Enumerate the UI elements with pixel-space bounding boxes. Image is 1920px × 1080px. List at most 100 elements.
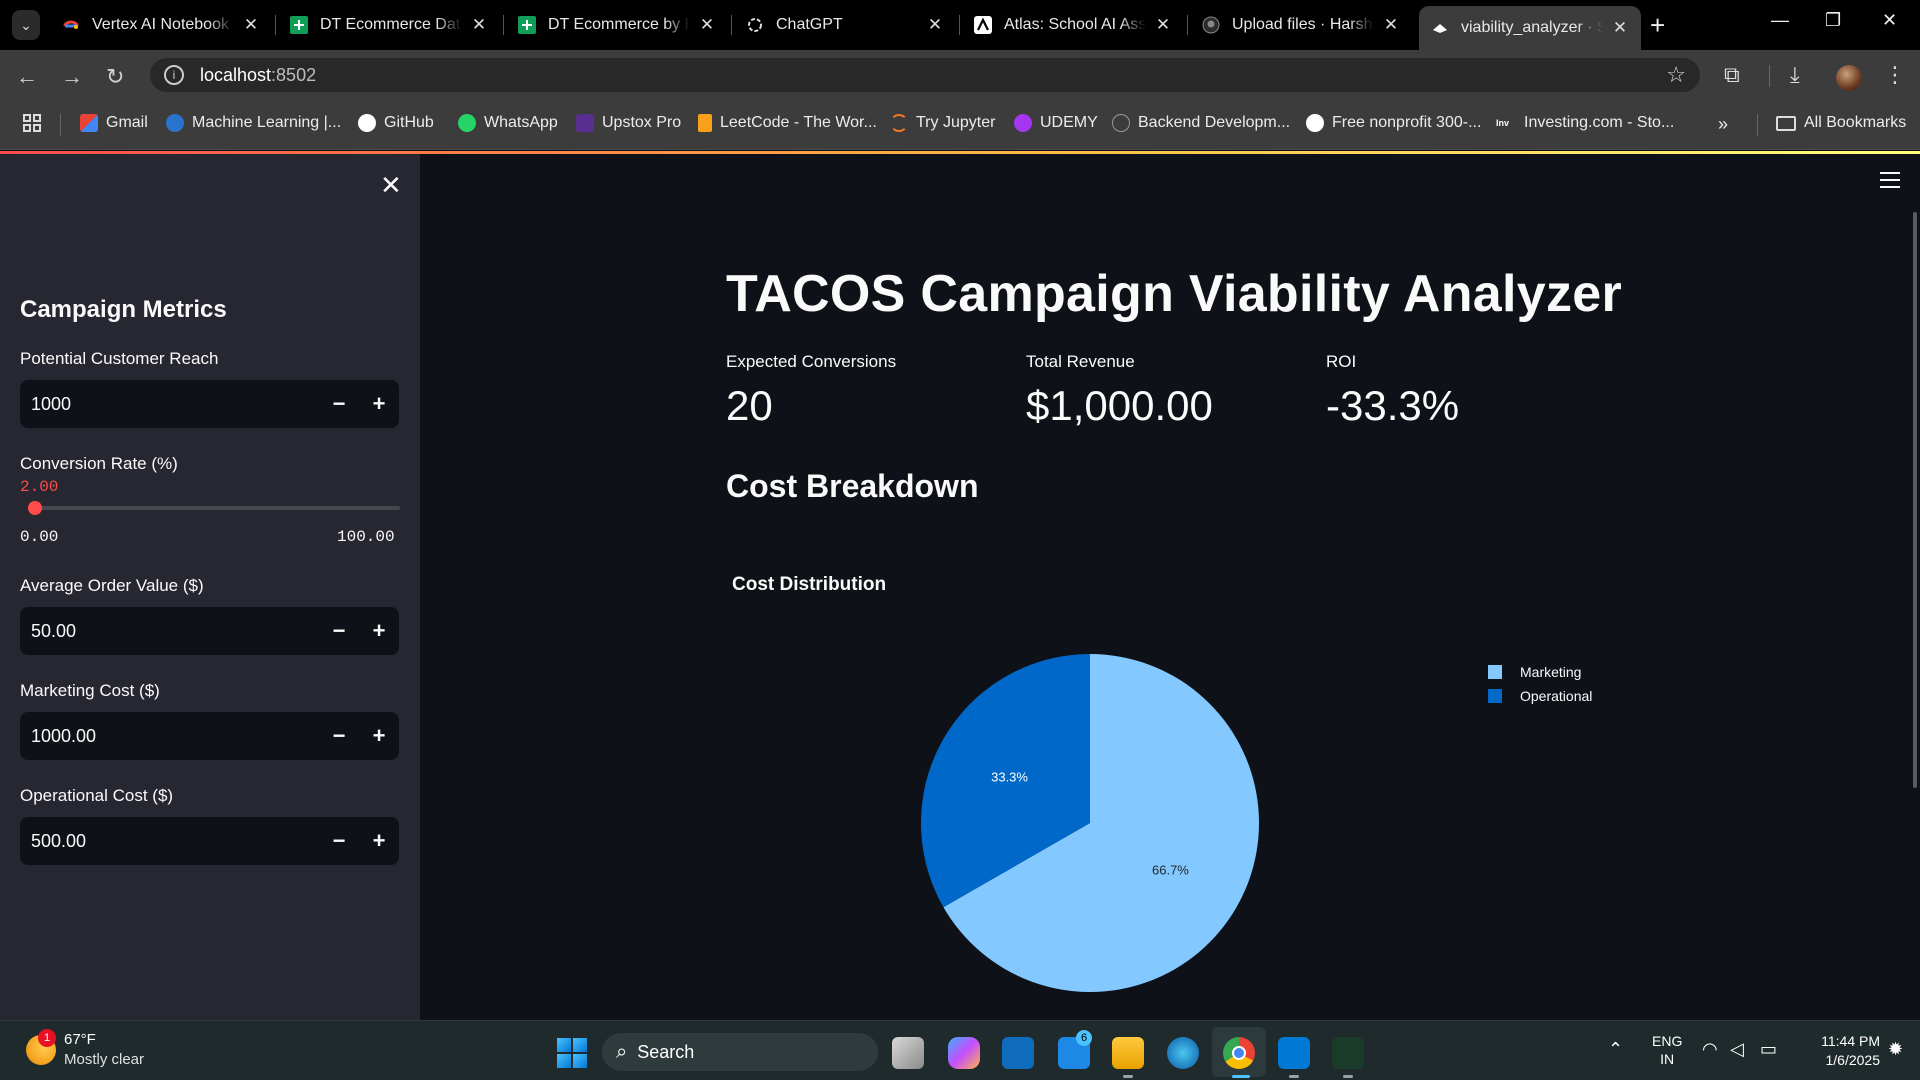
bookmarks-bar: Gmail Machine Learning |... GitHub Whats…	[0, 100, 1920, 150]
legend-item-marketing[interactable]: Marketing	[1488, 660, 1592, 684]
reach-value[interactable]: 1000	[20, 394, 319, 415]
notifications-icon[interactable]: ✹	[1888, 1039, 1903, 1060]
input-language-indicator[interactable]: ENG IN	[1652, 1032, 1682, 1068]
volume-icon[interactable]: ◁	[1730, 1039, 1744, 1060]
new-tab-icon[interactable]: +	[1650, 10, 1665, 41]
tab-title: Atlas: School AI Assis	[1004, 16, 1146, 33]
profile-avatar[interactable]	[1836, 65, 1862, 91]
taskbar-search-box[interactable]: ⌕ Search	[602, 1033, 878, 1071]
close-tab-icon[interactable]: ✕	[1382, 15, 1400, 35]
browser-tab-chatgpt[interactable]: ChatGPT ✕	[734, 6, 956, 44]
close-sidebar-icon[interactable]: ✕	[380, 170, 402, 201]
folder-icon	[1776, 115, 1796, 131]
sidebar: ✕ Campaign Metrics Potential Customer Re…	[0, 154, 420, 1020]
close-tab-icon[interactable]: ✕	[1154, 15, 1172, 35]
close-tab-icon[interactable]: ✕	[242, 15, 260, 35]
weather-description[interactable]: Mostly clear	[64, 1051, 144, 1068]
forward-arrow-icon[interactable]: →	[61, 64, 83, 90]
apps-grid-icon[interactable]	[22, 113, 42, 133]
tab-search-dropdown-icon[interactable]: ⌄	[12, 10, 40, 40]
outlook-icon[interactable]	[1002, 1037, 1034, 1069]
aov-value[interactable]: 50.00	[20, 621, 319, 642]
more-bookmarks-icon[interactable]: »	[1718, 114, 1728, 135]
reach-decrement-button[interactable]: −	[319, 391, 359, 417]
weather-temperature[interactable]: 67°F	[64, 1031, 96, 1048]
chatgpt-icon	[746, 16, 764, 34]
download-icon[interactable]: ⤓	[1790, 62, 1800, 88]
edge-icon[interactable]	[1167, 1037, 1199, 1069]
bookmark-leetcode[interactable]: LeetCode - The Wor...	[698, 114, 877, 132]
tab-title: ChatGPT	[776, 16, 843, 33]
reach-increment-button[interactable]: +	[359, 391, 399, 417]
close-window-icon[interactable]: ✕	[1882, 10, 1897, 31]
minimize-window-icon[interactable]: —	[1771, 10, 1789, 31]
aov-increment-button[interactable]: +	[359, 618, 399, 644]
bookmark-star-icon[interactable]: ☆	[1666, 62, 1686, 88]
bookmark-free-nonprofit[interactable]: Free nonprofit 300-...	[1306, 114, 1481, 132]
clock-date: 1/6/2025	[1825, 1052, 1881, 1068]
terminal-app-icon[interactable]	[1332, 1037, 1364, 1069]
reload-icon[interactable]: ↻	[106, 64, 124, 90]
tab-title: DT Ecommerce Data	[320, 16, 462, 33]
running-indicator	[1343, 1075, 1353, 1078]
cost-distribution-pie-chart[interactable]: 66.7% 33.3%	[420, 154, 1920, 1020]
address-bar[interactable]: i localhost:8502 ☆	[150, 58, 1700, 92]
bookmark-try-jupyter[interactable]: Try Jupyter	[890, 114, 995, 132]
tab-title: DT Ecommerce by Ha	[548, 16, 690, 33]
upstox-icon	[576, 114, 594, 132]
legend-item-operational[interactable]: Operational	[1488, 684, 1592, 708]
operational-cost-increment-button[interactable]: +	[359, 828, 399, 854]
pie-data-label: 33.3%	[991, 769, 1028, 784]
show-hidden-icons-chevron-icon[interactable]: ⌃	[1608, 1039, 1623, 1060]
browser-tab-dt-ecommerce-data[interactable]: DT Ecommerce Data ✕	[278, 6, 500, 44]
active-indicator	[1232, 1075, 1250, 1078]
file-explorer-icon[interactable]	[1112, 1037, 1144, 1069]
browser-tab-dt-ecommerce-by-ha[interactable]: DT Ecommerce by Ha ✕	[506, 6, 728, 44]
site-info-icon[interactable]: i	[164, 65, 184, 85]
bookmark-investing[interactable]: Inv Investing.com - Sto...	[1496, 114, 1674, 132]
browser-tab-upload-files[interactable]: Upload files · Harsha ✕	[1190, 6, 1412, 44]
windows-start-icon[interactable]	[557, 1038, 587, 1068]
globe-icon	[1306, 114, 1324, 132]
aov-decrement-button[interactable]: −	[319, 618, 359, 644]
bookmark-machine-learning[interactable]: Machine Learning |...	[166, 114, 341, 132]
legend-label: Marketing	[1520, 664, 1582, 680]
close-tab-icon[interactable]: ✕	[1611, 18, 1629, 38]
operational-cost-value[interactable]: 500.00	[20, 831, 319, 852]
bookmark-upstox[interactable]: Upstox Pro	[576, 114, 681, 132]
bookmark-label: Investing.com - Sto...	[1524, 114, 1675, 131]
back-arrow-icon[interactable]: ←	[16, 64, 38, 90]
slider-thumb[interactable]	[28, 501, 43, 515]
close-tab-icon[interactable]: ✕	[698, 15, 716, 35]
extensions-icon[interactable]: ⧉	[1724, 62, 1740, 88]
operational-cost-decrement-button[interactable]: −	[319, 828, 359, 854]
running-indicator	[1289, 1075, 1299, 1078]
wifi-icon[interactable]: ◠	[1702, 1039, 1718, 1060]
conversion-rate-slider[interactable]	[28, 501, 400, 515]
browser-tab-viability-analyzer[interactable]: viability_analyzer · St ✕	[1419, 6, 1641, 50]
running-indicator	[1123, 1075, 1133, 1078]
vscode-icon[interactable]	[1278, 1037, 1310, 1069]
bookmark-gmail[interactable]: Gmail	[80, 114, 148, 132]
browser-tab-vertex-ai[interactable]: Vertex AI Notebook S ✕	[50, 6, 272, 44]
bookmark-backend-development[interactable]: Backend Developm...	[1112, 114, 1290, 132]
legend-swatch	[1488, 665, 1502, 679]
battery-icon[interactable]: ▭	[1760, 1039, 1777, 1060]
bookmark-udemy[interactable]: UDEMY	[1014, 114, 1098, 132]
close-tab-icon[interactable]: ✕	[926, 15, 944, 35]
all-bookmarks-folder[interactable]: All Bookmarks	[1776, 114, 1906, 132]
browser-menu-icon[interactable]: ⋮	[1884, 62, 1906, 88]
system-clock[interactable]: 11:44 PM 1/6/2025	[1800, 1032, 1880, 1070]
task-view-icon[interactable]	[892, 1037, 924, 1069]
browser-tab-atlas[interactable]: Atlas: School AI Assis ✕	[962, 6, 1184, 44]
restore-window-icon[interactable]: ❐	[1825, 10, 1841, 31]
bookmark-github[interactable]: GitHub	[358, 114, 434, 132]
marketing-cost-value[interactable]: 1000.00	[20, 726, 319, 747]
bookmark-whatsapp[interactable]: WhatsApp	[458, 114, 558, 132]
marketing-cost-decrement-button[interactable]: −	[319, 723, 359, 749]
copilot-icon[interactable]	[948, 1037, 980, 1069]
close-tab-icon[interactable]: ✕	[470, 15, 488, 35]
marketing-cost-increment-button[interactable]: +	[359, 723, 399, 749]
backend-icon	[1112, 114, 1130, 132]
leetcode-icon	[698, 114, 712, 132]
